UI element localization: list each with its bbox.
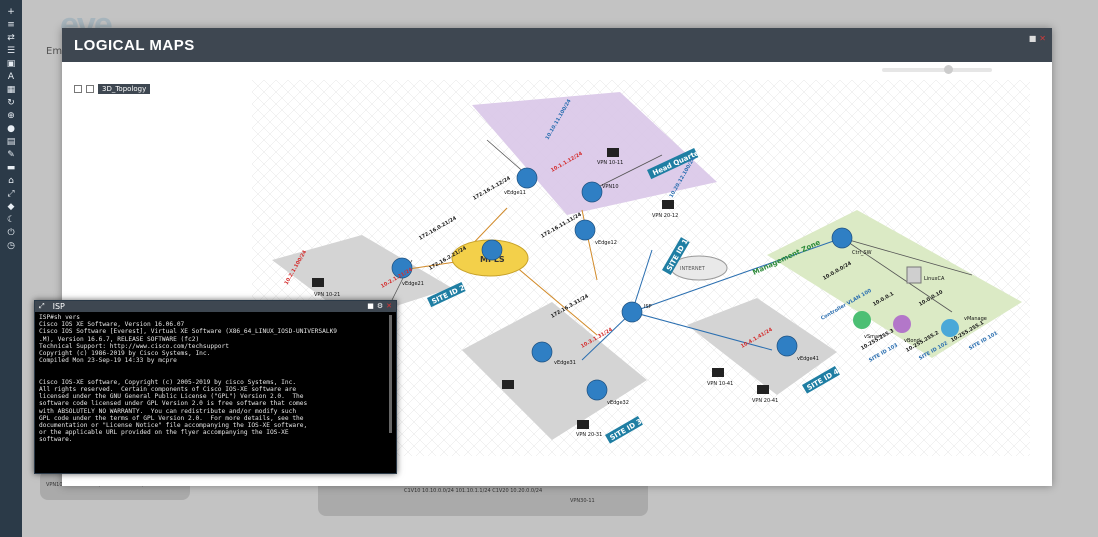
tree-expand-icon[interactable] <box>74 85 82 93</box>
file-icon[interactable]: ▤ <box>4 136 18 149</box>
lock-icon[interactable]: ⌂ <box>4 175 18 188</box>
layers-icon[interactable]: ≡ <box>4 19 18 32</box>
internet-label: INTERNET <box>680 266 706 272</box>
vsmart-icon <box>853 311 871 329</box>
tree-checkbox[interactable] <box>86 85 94 93</box>
expand-icon[interactable]: ⤢ <box>39 302 45 311</box>
minimize-icon[interactable]: ■ <box>1029 34 1037 43</box>
console-line: Cisco IOS Software [Everest], Virtual XE… <box>39 328 338 336</box>
node-label-vedge11: vEdge11 <box>504 190 526 196</box>
pc-icon <box>312 278 324 287</box>
node-label-vpn10: VPN10 <box>602 184 619 190</box>
console-line: Cisco IOS-XE software, Copyright (c) 200… <box>39 378 297 386</box>
console-line: licensed under the GNU General Public Li… <box>39 393 304 401</box>
node-label-ctrlsw: Ctrl_SW <box>852 250 872 256</box>
close-icon[interactable]: ✕ <box>386 302 392 310</box>
router-icon <box>481 239 503 261</box>
console-line: .M), Version 16.6.7, RELEASE SOFTWARE (f… <box>39 335 200 343</box>
node-label-isp: ISP <box>644 304 652 310</box>
node-label-vedge31: vEdge31 <box>554 360 576 366</box>
tree-node-label[interactable]: 3D_Topology <box>98 84 151 94</box>
node-label-vpn: VPN 10-41 <box>707 381 733 387</box>
fullscreen-icon[interactable]: ⤢ <box>4 188 18 201</box>
node-label-vpn: VPN 20-12 <box>652 213 678 219</box>
image-icon[interactable]: ▣ <box>4 58 18 71</box>
console-line: software. <box>39 436 73 444</box>
modal-window-controls: ■ ✕ <box>1029 34 1046 43</box>
console-line: documentation or "License Notice" file a… <box>39 422 308 430</box>
console-scrollbar[interactable] <box>389 315 392 433</box>
list-icon[interactable]: ☰ <box>4 45 18 58</box>
router-icon <box>581 181 603 203</box>
info-icon[interactable]: ● <box>4 123 18 136</box>
console-line: with ABSOLUTELY NO WARRANTY. You can red… <box>39 407 297 415</box>
chat-icon[interactable]: ▬ <box>4 162 18 175</box>
console-line: Cisco IOS XE Software, Version 16.06.07 <box>39 321 185 329</box>
left-toolbar: + ≡ ⇄ ☰ ▣ A ▦ ↻ ⊕ ● ▤ ✎ ▬ ⌂ ⤢ ◆ ☾ ⏻ ◷ <box>0 0 22 537</box>
node-label-vedge21: vEdge21 <box>402 281 424 287</box>
console-line: Compiled Mon 23-Sep-19 14:33 by mcpre <box>39 357 177 365</box>
node-label-vpn: VPN 20-31 <box>576 432 602 438</box>
node-label-vedge41: vEdge41 <box>797 356 819 362</box>
power-icon[interactable]: ⏻ <box>4 227 18 240</box>
modal-title: LOGICAL MAPS <box>74 36 195 54</box>
console-line: All rights reserved. Certain components … <box>39 386 297 394</box>
background-ip-label: VPN30-11 <box>570 498 595 504</box>
console-line: GPL code under the terms of GPL Version … <box>39 414 304 422</box>
background-ip-label: C1V10 10.10.0.0/24 101.10.1.1/24 C1V20 1… <box>404 488 543 494</box>
router-icon <box>531 341 553 363</box>
clock-icon[interactable]: ◷ <box>4 240 18 253</box>
modal-header: LOGICAL MAPS ■ ✕ <box>62 28 1052 62</box>
zoom-slider[interactable] <box>882 65 992 74</box>
router-icon <box>831 227 853 249</box>
router-icon <box>776 335 798 357</box>
pc-icon <box>662 200 674 209</box>
isp-console-window[interactable]: ⤢ ISP ■ ⚙ ✕ ISP#sh vers Cisco IOS XE Soft… <box>34 300 397 474</box>
minimize-icon[interactable]: ■ <box>367 302 374 310</box>
topology-tree: 3D_Topology <box>74 84 151 94</box>
pc-icon <box>577 420 589 429</box>
edit-icon[interactable]: ✎ <box>4 149 18 162</box>
tag-icon[interactable]: ◆ <box>4 201 18 214</box>
console-output[interactable]: ISP#sh vers Cisco IOS XE Software, Versio… <box>35 312 396 466</box>
pc-icon <box>757 385 769 394</box>
router-icon <box>574 219 596 241</box>
console-line: software code licensed under GPL Version… <box>39 400 308 408</box>
pc-icon <box>712 368 724 377</box>
router-icon <box>621 301 643 323</box>
node-label-vmanage: vManage <box>964 316 987 322</box>
refresh-icon[interactable]: ↻ <box>4 97 18 110</box>
settings-icon[interactable]: ⚙ <box>377 302 383 310</box>
node-label-vpn: VPN 20-41 <box>752 398 778 404</box>
console-header: ⤢ ISP ■ ⚙ ✕ <box>35 301 396 312</box>
router-icon <box>586 379 608 401</box>
console-line: ISP#sh vers <box>39 314 80 321</box>
settings-icon[interactable]: ⇄ <box>4 32 18 45</box>
node-label-vedge12: vEdge12 <box>595 240 617 246</box>
grid-icon[interactable]: ▦ <box>4 84 18 97</box>
console-line: Copyright (c) 1986-2019 by Cisco Systems… <box>39 350 211 358</box>
close-icon[interactable]: ✕ <box>1039 34 1046 43</box>
text-icon[interactable]: A <box>4 71 18 84</box>
pc-icon <box>607 148 619 157</box>
zoom-slider-handle[interactable] <box>944 65 953 74</box>
linuxca-icon <box>906 266 922 284</box>
vbond-icon <box>893 315 911 333</box>
node-label-vpn: VPN 10-21 <box>314 292 340 298</box>
console-window-controls: ■ ⚙ ✕ <box>367 302 392 310</box>
add-icon[interactable]: + <box>4 6 18 19</box>
background-label: Em <box>46 46 63 57</box>
node-label-vedge32: vEdge32 <box>607 400 629 406</box>
pc-icon <box>502 380 514 389</box>
node-label-linuxca: LinuxCA <box>924 276 945 282</box>
node-label-vpn: VPN 10-11 <box>597 160 623 166</box>
console-line: or the applicable URL provided on the fl… <box>39 429 289 437</box>
console-title: ISP <box>52 302 65 311</box>
console-line: Technical Support: http://www.cisco.com/… <box>39 342 229 350</box>
zoom-icon[interactable]: ⊕ <box>4 110 18 123</box>
moon-icon[interactable]: ☾ <box>4 214 18 227</box>
router-icon <box>516 167 538 189</box>
